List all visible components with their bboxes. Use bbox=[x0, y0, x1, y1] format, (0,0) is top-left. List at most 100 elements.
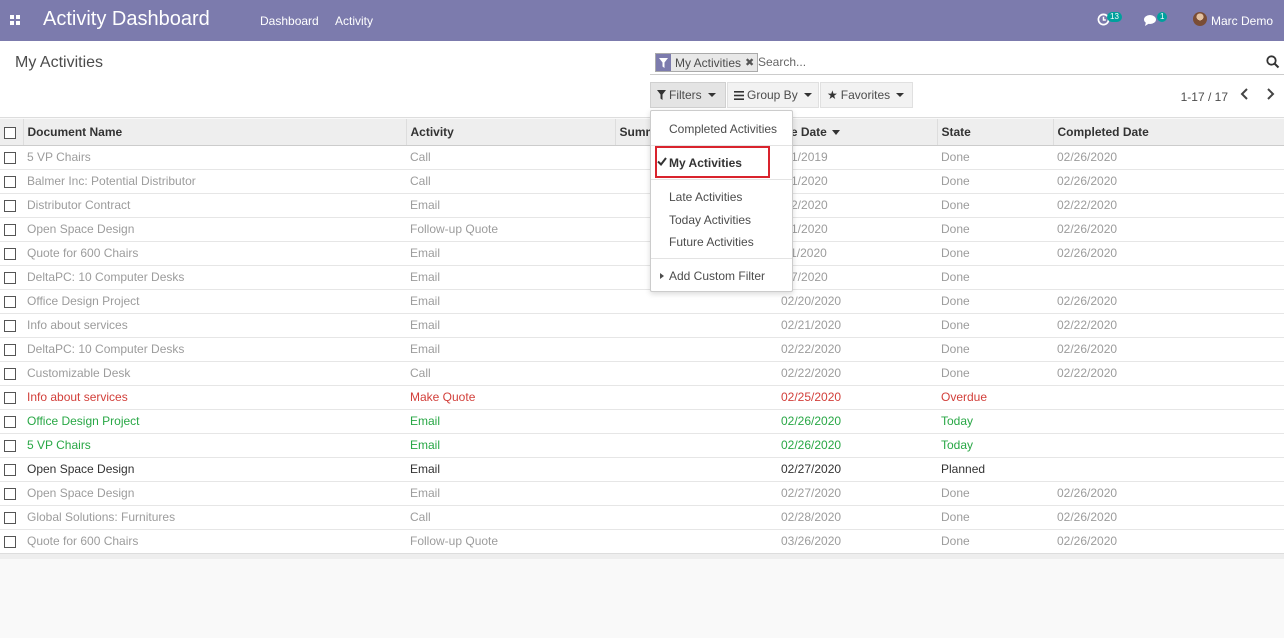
cell-activity: Follow-up Quote bbox=[406, 216, 615, 241]
cell-due-date: 02/28/2020 bbox=[775, 504, 937, 529]
add-custom-filter[interactable]: Add Custom Filter bbox=[651, 269, 792, 283]
menu-divider bbox=[651, 179, 792, 180]
row-checkbox-cell[interactable] bbox=[0, 264, 23, 289]
filter-my-activities[interactable]: My Activities bbox=[651, 156, 792, 170]
cell-document-name: Open Space Design bbox=[23, 456, 406, 481]
column-header-completed-date[interactable]: Completed Date bbox=[1053, 119, 1284, 146]
row-checkbox[interactable] bbox=[4, 367, 16, 380]
control-panel: My Activities My Activities ✖ Filters Gr… bbox=[0, 41, 1284, 118]
column-header-activity[interactable]: Activity bbox=[406, 119, 616, 146]
filter-late-activities[interactable]: Late Activities bbox=[651, 190, 792, 204]
column-header-document-name[interactable]: Document Name bbox=[23, 119, 407, 146]
row-checkbox-cell[interactable] bbox=[0, 288, 23, 313]
cell-state: Planned bbox=[937, 456, 1053, 481]
row-checkbox[interactable] bbox=[4, 391, 16, 404]
apps-grid-icon[interactable] bbox=[10, 15, 20, 25]
magnifier-icon[interactable] bbox=[1266, 55, 1280, 69]
row-checkbox-cell[interactable] bbox=[0, 240, 23, 265]
row-checkbox[interactable] bbox=[4, 415, 16, 428]
cell-activity: Email bbox=[406, 408, 615, 433]
table-row[interactable]: DeltaPC: 10 Computer Desks Email 02/22/202… bbox=[0, 336, 1284, 361]
row-checkbox-cell[interactable] bbox=[0, 504, 23, 529]
cell-due-date: 02/26/2020 bbox=[775, 408, 937, 433]
row-checkbox-cell[interactable] bbox=[0, 480, 23, 505]
caret-right-icon bbox=[660, 273, 664, 279]
table-row[interactable]: Quote for 600 Chairs Follow-up Quote 03/26… bbox=[0, 528, 1284, 553]
pager-value[interactable]: 1-17 / 17 bbox=[1181, 90, 1228, 104]
sort-desc-icon bbox=[831, 130, 840, 136]
cell-state: Done bbox=[937, 192, 1053, 217]
cell-state: Done bbox=[937, 528, 1053, 553]
group-by-button[interactable]: Group By bbox=[727, 82, 819, 108]
table-row[interactable]: DeltaPC: 10 Computer Desks Email/17/2020 D… bbox=[0, 264, 1284, 289]
user-menu-name[interactable]: Marc Demo bbox=[1211, 14, 1273, 28]
table-row[interactable]: Open Space Design Follow-up Quote/01/2020… bbox=[0, 216, 1284, 241]
nav-activity[interactable]: Activity bbox=[335, 14, 373, 28]
cell-completed-date bbox=[1053, 456, 1284, 481]
cell-activity: Email bbox=[406, 288, 615, 313]
row-checkbox[interactable] bbox=[4, 199, 16, 212]
row-checkbox-cell[interactable] bbox=[0, 192, 23, 217]
filter-future-activities[interactable]: Future Activities bbox=[651, 235, 792, 249]
cell-document-name: Info about services bbox=[23, 384, 406, 409]
column-header-due-date[interactable]: ue Date bbox=[775, 119, 938, 146]
table-row[interactable]: 5 VP Chairs Call/01/2019 Done 02/26/2020 bbox=[0, 144, 1284, 169]
search-input[interactable] bbox=[758, 55, 1238, 69]
column-header-state[interactable]: State bbox=[937, 119, 1054, 146]
row-checkbox[interactable] bbox=[4, 247, 16, 260]
messaging-menu[interactable]: 1 bbox=[1143, 11, 1169, 29]
table-row[interactable]: Balmer Inc: Potential Distributor Call/01… bbox=[0, 168, 1284, 193]
favorites-button[interactable]: ★ Favorites bbox=[820, 82, 913, 108]
user-avatar[interactable] bbox=[1193, 12, 1207, 26]
row-checkbox-cell[interactable] bbox=[0, 144, 23, 169]
table-row[interactable]: Office Design Project Email 02/26/2020 Toda… bbox=[0, 408, 1284, 433]
close-icon[interactable]: ✖ bbox=[745, 56, 757, 69]
row-checkbox-cell[interactable] bbox=[0, 384, 23, 409]
row-checkbox-cell[interactable] bbox=[0, 408, 23, 433]
row-checkbox[interactable] bbox=[4, 343, 16, 356]
row-checkbox-cell[interactable] bbox=[0, 456, 23, 481]
table-row[interactable]: Info about services Make Quote 02/25/2020 O… bbox=[0, 384, 1284, 409]
cell-state: Done bbox=[937, 144, 1053, 169]
filter-completed-activities[interactable]: Completed Activities bbox=[651, 122, 792, 136]
row-checkbox[interactable] bbox=[4, 463, 16, 476]
table-row[interactable]: Open Space Design Email 02/27/2020 Done 02/2… bbox=[0, 480, 1284, 505]
activity-menu[interactable]: 13 bbox=[1097, 11, 1127, 29]
table-row[interactable]: 5 VP Chairs Email 02/26/2020 Today bbox=[0, 432, 1284, 457]
row-checkbox[interactable] bbox=[4, 151, 16, 164]
table-row[interactable]: Global Solutions: Furnitures Call 02/28/20… bbox=[0, 504, 1284, 529]
select-all-checkbox[interactable] bbox=[4, 126, 16, 139]
row-checkbox[interactable] bbox=[4, 223, 16, 236]
table-row[interactable]: Info about services Email 02/21/2020 Done 02… bbox=[0, 312, 1284, 337]
row-checkbox[interactable] bbox=[4, 319, 16, 332]
row-checkbox-cell[interactable] bbox=[0, 360, 23, 385]
select-all-checkbox-cell[interactable] bbox=[0, 119, 24, 146]
row-checkbox[interactable] bbox=[4, 487, 16, 500]
chevron-right-icon[interactable] bbox=[1265, 87, 1275, 106]
cell-document-name: DeltaPC: 10 Computer Desks bbox=[23, 264, 406, 289]
chevron-left-icon[interactable] bbox=[1240, 87, 1250, 106]
cell-summary bbox=[615, 408, 775, 433]
row-checkbox[interactable] bbox=[4, 271, 16, 284]
table-row[interactable]: Customizable Desk Call 02/22/2020 Done 02/22… bbox=[0, 360, 1284, 385]
row-checkbox[interactable] bbox=[4, 536, 16, 549]
filters-button[interactable]: Filters bbox=[650, 82, 726, 108]
row-checkbox[interactable] bbox=[4, 439, 16, 452]
row-checkbox-cell[interactable] bbox=[0, 216, 23, 241]
row-checkbox[interactable] bbox=[4, 175, 16, 188]
table-row[interactable]: Open Space Design Email 02/27/2020 Planned bbox=[0, 456, 1284, 481]
table-row[interactable]: Distributor Contract Email/22/2020 Done 02/… bbox=[0, 192, 1284, 217]
row-checkbox-cell[interactable] bbox=[0, 336, 23, 361]
table-row[interactable]: Quote for 600 Chairs Email/11/2020 Done 02/… bbox=[0, 240, 1284, 265]
row-checkbox[interactable] bbox=[4, 511, 16, 524]
row-checkbox-cell[interactable] bbox=[0, 168, 23, 193]
row-checkbox-cell[interactable] bbox=[0, 528, 23, 553]
cell-due-date: 02/22/2020 bbox=[775, 336, 937, 361]
nav-dashboard[interactable]: Dashboard bbox=[260, 14, 319, 28]
checkmark-icon bbox=[657, 157, 667, 166]
table-row[interactable]: Office Design Project Email 02/20/2020 Done… bbox=[0, 288, 1284, 313]
row-checkbox-cell[interactable] bbox=[0, 432, 23, 457]
filter-today-activities[interactable]: Today Activities bbox=[651, 213, 792, 227]
row-checkbox[interactable] bbox=[4, 295, 16, 308]
row-checkbox-cell[interactable] bbox=[0, 312, 23, 337]
